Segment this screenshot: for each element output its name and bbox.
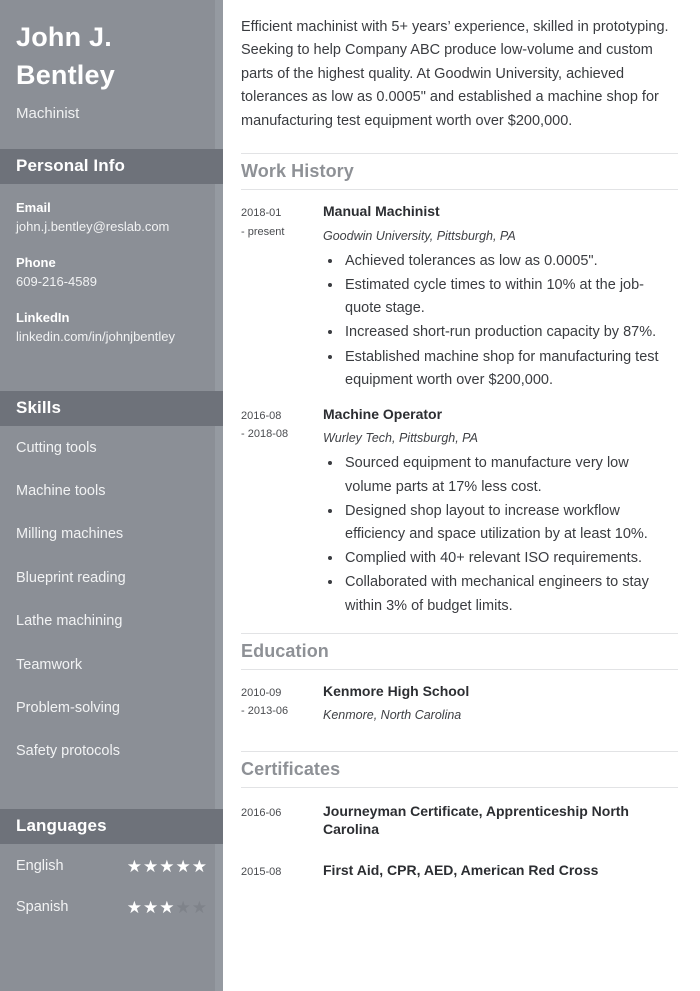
bullet-item: Increased short-run production capacity … [343, 321, 678, 344]
certificate-entry-body: First Aid, CPR, AED, American Red Cross [323, 861, 678, 881]
certificate-entry-date: 2016-06 [241, 802, 323, 838]
bullet-item: Achieved tolerances as low as 0.0005". [343, 250, 678, 273]
certificate-title: Journeyman Certificate, Apprenticeship N… [323, 803, 629, 838]
date-start: 2016-08 [241, 409, 282, 422]
certificate-title: First Aid, CPR, AED, American Red Cross [323, 861, 599, 878]
star-filled-icon: ★ [159, 898, 175, 918]
skill-item: Safety protocols [16, 743, 120, 760]
contact-value-email[interactable]: john.j.bentley@reslab.com [16, 217, 207, 237]
contact-item-phone: Phone 609-216-4589 [16, 253, 207, 292]
work-entry-bullets: Achieved tolerances as low as 0.0005". E… [323, 250, 678, 392]
work-entry-dates: 2016-08 - 2018-08 [241, 405, 323, 619]
resume-page: John J. Bentley Machinist Personal Info … [0, 0, 700, 991]
skill-item: Machine tools [16, 483, 106, 500]
work-entry-body: Machine Operator Wurley Tech, Pittsburgh… [323, 405, 678, 619]
bullet-item: Complied with 40+ relevant ISO requireme… [343, 547, 678, 570]
certificate-entry-body: Journeyman Certificate, Apprenticeship N… [323, 802, 678, 838]
star-filled-icon: ★ [126, 856, 142, 876]
star-filled-icon: ★ [126, 898, 142, 918]
date-start: 2010-09 [241, 686, 282, 699]
section-education: Education 2010-09 - 2013-06 Kenmore High… [241, 632, 678, 743]
contact-item-linkedin: LinkedIn linkedin.com/in/johnjbentley [16, 308, 207, 347]
contact-label-linkedin: LinkedIn [16, 309, 70, 325]
bullet-item: Collaborated with mechanical engineers t… [343, 571, 678, 617]
certificate-entry: 2016-06 Journeyman Certificate, Apprenti… [241, 788, 678, 846]
star-filled-icon: ★ [143, 898, 159, 918]
section-heading-work-history: Work History [241, 153, 678, 191]
spacer-skills [0, 363, 223, 391]
section-certificates: Certificates 2016-06 Journeyman Certific… [241, 751, 678, 889]
certificate-entry: 2015-08 First Aid, CPR, AED, American Re… [241, 847, 678, 889]
bullet-item: Designed shop layout to increase workflo… [343, 500, 678, 546]
work-entry-bullets: Sourced equipment to manufacture very lo… [323, 452, 678, 617]
star-filled-icon: ★ [191, 856, 207, 876]
language-name: English [16, 857, 64, 874]
contact-value-phone[interactable]: 609-216-4589 [16, 272, 207, 292]
date-end: - 2018-08 [241, 428, 289, 441]
date-end: - present [241, 225, 285, 238]
star-filled-icon: ★ [175, 856, 191, 876]
contact-list: Email john.j.bentley@reslab.com Phone 60… [0, 184, 223, 347]
work-entry: 2016-08 - 2018-08 Machine Operator Wurle… [241, 393, 678, 619]
section-heading-education: Education [241, 632, 678, 670]
spacer-personal [0, 123, 223, 149]
work-entry-employer: Goodwin University, Pittsburgh, PA [323, 228, 516, 243]
star-filled-icon: ★ [159, 856, 175, 876]
main-column: Efficient machinist with 5+ years’ exper… [223, 0, 700, 991]
contact-value-linkedin[interactable]: linkedin.com/in/johnjbentley [16, 327, 207, 347]
language-name: Spanish [16, 899, 69, 916]
work-entry-dates: 2018-01 - present [241, 202, 323, 393]
education-entry: 2010-09 - 2013-06 Kenmore High School Ke… [241, 670, 678, 743]
star-empty-icon: ★ [191, 898, 207, 918]
language-rating-stars: ★ ★ ★ ★ ★ [127, 899, 207, 916]
name-block: John J. Bentley Machinist [0, 0, 223, 123]
work-entry-title: Manual Machinist [323, 203, 440, 220]
sidebar-heading-personal-info: Personal Info [0, 148, 223, 184]
skill-item: Blueprint reading [16, 569, 126, 586]
languages-list: English ★ ★ ★ ★ ★ Spanish ★ ★ ★ ★ ★ [0, 844, 223, 917]
language-row: Spanish ★ ★ ★ ★ ★ [16, 899, 207, 916]
language-rating-stars: ★ ★ ★ ★ ★ [127, 858, 207, 875]
contact-label-email: Email [16, 199, 51, 215]
date-start: 2018-01 [241, 207, 282, 220]
education-entry-dates: 2010-09 - 2013-06 [241, 682, 323, 727]
skill-item: Lathe machining [16, 613, 123, 630]
star-empty-icon: ★ [175, 898, 191, 918]
section-work-history: Work History 2018-01 - present Manual Ma… [241, 153, 678, 618]
education-entry-body: Kenmore High School Kenmore, North Carol… [323, 682, 678, 727]
skill-item: Milling machines [16, 526, 124, 543]
skills-list: Cutting tools Machine tools Milling mach… [0, 426, 223, 761]
section-heading-certificates: Certificates [241, 751, 678, 789]
bullet-item: Established machine shop for manufacturi… [343, 346, 678, 392]
bullet-item: Estimated cycle times to within 10% at t… [343, 274, 678, 320]
contact-label-phone: Phone [16, 254, 56, 270]
language-row: English ★ ★ ★ ★ ★ [16, 858, 207, 875]
skill-item: Problem-solving [16, 700, 120, 716]
candidate-name: John J. Bentley [16, 22, 115, 91]
certificate-entry-date: 2015-08 [241, 861, 323, 881]
sidebar: John J. Bentley Machinist Personal Info … [0, 0, 223, 991]
skill-item: Cutting tools [16, 439, 97, 456]
sidebar-heading-languages: Languages [0, 808, 223, 844]
spacer-languages [0, 787, 223, 809]
contact-item-email: Email john.j.bentley@reslab.com [16, 198, 207, 237]
skill-item: Teamwork [16, 656, 83, 673]
star-filled-icon: ★ [143, 856, 159, 876]
work-entry-employer: Wurley Tech, Pittsburgh, PA [323, 431, 478, 446]
work-entry: 2018-01 - present Manual Machinist Goodw… [241, 190, 678, 393]
professional-summary: Efficient machinist with 5+ years’ exper… [241, 19, 669, 129]
work-entry-body: Manual Machinist Goodwin University, Pit… [323, 202, 678, 393]
education-entry-school: Kenmore High School [323, 682, 470, 699]
work-entry-title: Machine Operator [323, 405, 443, 422]
sidebar-heading-skills: Skills [0, 390, 223, 426]
bullet-item: Sourced equipment to manufacture very lo… [343, 452, 678, 498]
date-start: 2015-08 [241, 865, 282, 878]
date-end: - 2013-06 [241, 704, 289, 717]
candidate-job-title: Machinist [16, 104, 80, 122]
date-start: 2016-06 [241, 807, 282, 820]
education-entry-location: Kenmore, North Carolina [323, 707, 462, 722]
